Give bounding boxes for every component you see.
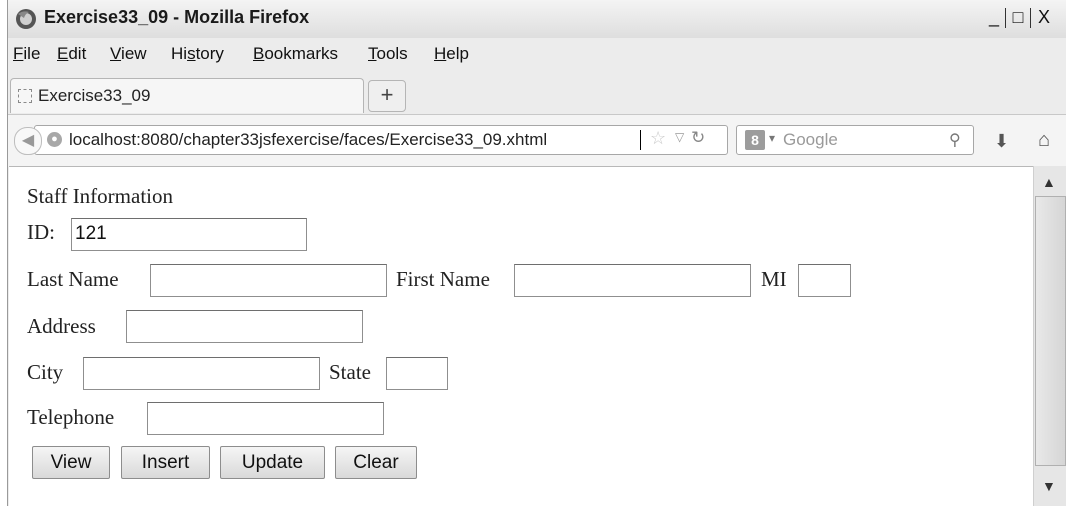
menu-edit[interactable]: Edit: [57, 44, 86, 64]
vertical-scrollbar[interactable]: ▲ ▼: [1033, 166, 1066, 506]
first-name-field[interactable]: [514, 264, 751, 297]
browser-window: Exercise33_09 - Mozilla Firefox _ □ X Fi…: [7, 0, 1066, 506]
first-name-label: First Name: [396, 267, 490, 291]
page-content: Staff Information ID: 121 Last Name Firs…: [9, 166, 1033, 506]
home-icon[interactable]: ⌂: [1038, 129, 1050, 152]
navigation-toolbar: ● localhost:8080/chapter33jsfexercise/fa…: [8, 114, 1066, 167]
id-field[interactable]: 121: [71, 218, 307, 251]
page-favicon-icon: [18, 89, 32, 103]
scrollbar-thumb[interactable]: [1035, 196, 1066, 466]
scroll-down-arrow-icon[interactable]: ▼: [1042, 478, 1056, 494]
firefox-icon: [16, 9, 36, 29]
back-arrow-icon: ◀: [21, 132, 35, 149]
minimize-button[interactable]: _: [982, 6, 1006, 30]
tab-exercise33-09[interactable]: Exercise33_09: [10, 78, 364, 113]
globe-icon: ●: [47, 132, 62, 147]
id-label: ID:: [27, 220, 55, 244]
chevron-down-icon[interactable]: ▽: [675, 130, 684, 144]
url-bar[interactable]: ● localhost:8080/chapter33jsfexercise/fa…: [34, 125, 728, 155]
new-tab-button[interactable]: +: [368, 80, 406, 112]
address-field[interactable]: [126, 310, 363, 343]
last-name-label: Last Name: [27, 267, 119, 291]
magnifier-icon[interactable]: ⚲: [949, 130, 961, 150]
city-field[interactable]: [83, 357, 320, 390]
close-button[interactable]: X: [1032, 6, 1056, 30]
menu-bookmarks[interactable]: Bookmarks: [253, 44, 338, 64]
search-placeholder: Google: [783, 130, 838, 149]
menu-history[interactable]: History: [171, 44, 224, 64]
menu-file[interactable]: File: [13, 44, 40, 64]
back-button[interactable]: ◀: [14, 127, 42, 155]
url-text: localhost:8080/chapter33jsfexercise/face…: [69, 130, 548, 149]
window-title: Exercise33_09 - Mozilla Firefox: [44, 7, 310, 27]
search-engine-icon[interactable]: 8: [745, 130, 765, 150]
title-bar[interactable]: Exercise33_09 - Mozilla Firefox _ □ X: [8, 0, 1066, 38]
telephone-label: Telephone: [27, 405, 115, 429]
page-heading: Staff Information: [27, 184, 173, 208]
menu-view[interactable]: View: [110, 44, 147, 64]
menu-help[interactable]: Help: [434, 44, 469, 64]
mi-field[interactable]: [798, 264, 851, 297]
city-label: City: [27, 360, 64, 384]
clear-button[interactable]: Clear: [335, 446, 417, 479]
telephone-field[interactable]: [147, 402, 384, 435]
download-icon[interactable]: ⬇: [994, 131, 1009, 152]
state-field[interactable]: [386, 357, 448, 390]
reload-icon[interactable]: ↻: [691, 128, 705, 148]
state-label: State: [329, 360, 371, 384]
menu-tools[interactable]: Tools: [368, 44, 408, 64]
scroll-up-arrow-icon[interactable]: ▲: [1042, 174, 1056, 190]
tab-title: Exercise33_09: [38, 86, 151, 105]
address-label: Address: [27, 314, 96, 338]
star-icon[interactable]: ☆: [650, 128, 666, 149]
search-engine-dropdown-icon[interactable]: ▾: [769, 131, 775, 145]
tab-strip: Exercise33_09 +: [8, 78, 1066, 114]
update-button[interactable]: Update: [220, 446, 325, 479]
maximize-button[interactable]: □: [1006, 6, 1030, 30]
text-caret: [640, 130, 641, 150]
last-name-field[interactable]: [150, 264, 387, 297]
window-controls-divider: [1030, 8, 1031, 28]
insert-button[interactable]: Insert: [121, 446, 210, 479]
search-bar[interactable]: 8 ▾ Google ⚲: [736, 125, 974, 155]
view-button[interactable]: View: [32, 446, 110, 479]
mi-label: MI: [761, 267, 787, 291]
